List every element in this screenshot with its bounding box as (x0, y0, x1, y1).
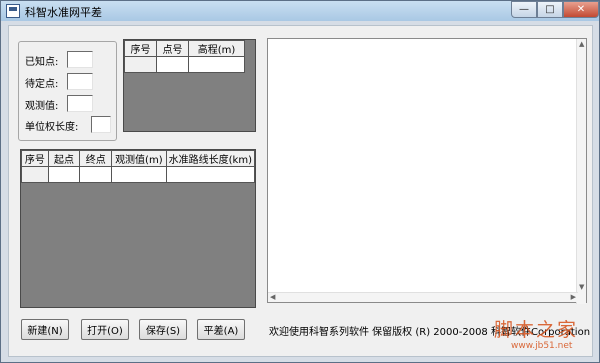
scroll-down-icon[interactable]: ▼ (579, 283, 584, 292)
known-points-field[interactable] (67, 51, 93, 68)
scroll-up-icon[interactable]: ▲ (579, 40, 584, 49)
grid-header-cell[interactable]: 序号 (21, 150, 49, 167)
grid-header-cell[interactable]: 高程(m) (188, 40, 245, 57)
grid-cell[interactable] (21, 166, 49, 183)
grid-cell[interactable] (165, 166, 256, 183)
grid-header-cell[interactable]: 终点 (79, 150, 113, 167)
client-area: 已知点: 待定点: 观测值: 单位权长度: 序号 点号 高程(m) 序号 起点 … (8, 25, 593, 357)
unit-weight-length-label: 单位权长度: (25, 122, 79, 133)
pending-points-field[interactable] (67, 73, 93, 90)
save-button[interactable]: 保存(S) (139, 319, 187, 340)
watermark-url: www.jb51.net (511, 341, 573, 351)
grid-header-cell[interactable]: 序号 (124, 40, 157, 57)
observations-count-field[interactable] (67, 95, 93, 112)
pending-points-label: 待定点: (25, 79, 59, 90)
vertical-scrollbar[interactable]: ▲ ▼ (576, 39, 586, 304)
close-button[interactable]: ✕ (563, 1, 599, 18)
grid-header-cell[interactable]: 观测值(m) (111, 150, 167, 167)
statistics-group: 已知点: 待定点: 观测值: 单位权长度: (18, 41, 117, 141)
unit-weight-length-field[interactable] (91, 116, 111, 133)
app-icon (6, 4, 20, 18)
grid-cell[interactable] (124, 56, 157, 73)
window-title: 科智水准网平差 (25, 6, 102, 19)
minimize-button[interactable]: — (511, 1, 537, 18)
observations-grid[interactable]: 序号 起点 终点 观测值(m) 水准路线长度(km) (20, 149, 256, 308)
title-bar[interactable]: 科智水准网平差 — □ ✕ (1, 1, 599, 21)
known-points-grid[interactable]: 序号 点号 高程(m) (123, 39, 256, 132)
known-points-label: 已知点: (25, 57, 59, 68)
grid-cell[interactable] (156, 56, 189, 73)
app-window: 科智水准网平差 — □ ✕ 已知点: 待定点: 观测值: 单位权长度: 序号 点… (0, 0, 600, 363)
scroll-right-icon[interactable]: ▶ (571, 293, 576, 302)
grid-cell[interactable] (79, 166, 113, 183)
grid-header-cell[interactable]: 水准路线长度(km) (165, 150, 256, 167)
watermark-logo: 脚本之家 (494, 319, 579, 341)
open-button[interactable]: 打开(O) (81, 319, 129, 340)
scroll-left-icon[interactable]: ◀ (270, 293, 275, 302)
results-memo[interactable]: ▲ ▼ ◀ ▶ (267, 38, 587, 304)
grid-cell[interactable] (111, 166, 167, 183)
grid-cell[interactable] (47, 166, 81, 183)
grid-cell[interactable] (188, 56, 245, 73)
grid-header-cell[interactable]: 点号 (156, 40, 189, 57)
observations-count-label: 观测值: (25, 101, 59, 112)
new-button[interactable]: 新建(N) (21, 319, 69, 340)
grid-header-cell[interactable]: 起点 (47, 150, 81, 167)
adjust-button[interactable]: 平差(A) (197, 319, 245, 340)
maximize-button[interactable]: □ (537, 1, 563, 18)
horizontal-scrollbar[interactable]: ◀ ▶ (268, 292, 578, 302)
